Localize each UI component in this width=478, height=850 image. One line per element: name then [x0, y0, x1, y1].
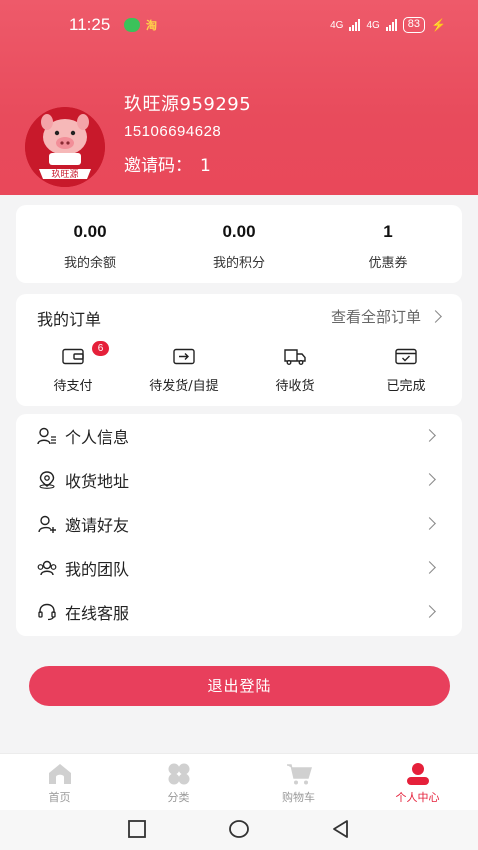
network-label-1: 4G	[330, 19, 344, 31]
order-pending-shipment-label: 待发货/自提	[149, 379, 219, 394]
chevron-right-icon	[429, 310, 442, 323]
status-time: 11:25	[69, 15, 111, 34]
balance-stat[interactable]: 0.00 我的余额	[16, 205, 164, 283]
avatar[interactable]: 玖旺源	[25, 107, 105, 187]
orders-title: 我的订单	[37, 310, 102, 329]
signal-icon	[349, 19, 361, 31]
user-info-icon	[37, 427, 56, 445]
menu-label-address: 收货地址	[65, 472, 130, 491]
chevron-right-icon	[423, 605, 436, 618]
profile-icon	[407, 763, 429, 785]
settings-menu: 个人信息 收货地址 邀请好友 我的团队 在线客服	[16, 414, 462, 636]
my-orders-card: 我的订单 查看全部订单 6 待支付 待发货/自提 待收货 已完成	[16, 294, 462, 406]
coupon-stat[interactable]: 1 优惠券	[314, 205, 462, 283]
user-name: 玖旺源959295	[124, 94, 252, 115]
menu-item-personal-info[interactable]: 个人信息	[16, 414, 462, 458]
user-phone: 15106694628	[124, 123, 222, 140]
cart-icon	[287, 764, 312, 785]
menu-item-customer-service[interactable]: 在线客服	[16, 590, 462, 634]
logout-button[interactable]: 退出登陆	[29, 666, 450, 706]
menu-label-personal-info: 个人信息	[65, 428, 130, 447]
headset-icon	[38, 603, 56, 621]
truck-icon	[284, 349, 306, 365]
signal-icon	[385, 19, 397, 31]
chevron-right-icon	[423, 561, 436, 574]
wallet-icon	[62, 348, 84, 365]
menu-item-address[interactable]: 收货地址	[16, 458, 462, 502]
status-indicators: 4G 4G 83 ⚡	[330, 17, 446, 33]
system-navigation-bar	[0, 810, 478, 850]
tab-home-label: 首页	[48, 791, 71, 804]
taobao-icon: 淘	[146, 19, 157, 32]
account-stats-card: 0.00 我的余额 0.00 我的积分 1 优惠券	[16, 205, 462, 283]
order-completed[interactable]: 已完成	[351, 348, 461, 398]
chevron-right-icon	[423, 517, 436, 530]
order-completed-label: 已完成	[386, 379, 426, 394]
tab-profile[interactable]: 个人中心	[358, 754, 477, 811]
completed-box-icon	[395, 348, 417, 365]
coupon-label: 优惠券	[368, 256, 408, 271]
category-icon	[168, 763, 190, 785]
bottom-tab-bar: 首页 分类 购物车 个人中心	[0, 753, 478, 810]
view-all-orders-label: 查看全部订单	[330, 308, 421, 326]
pig-logo-icon: 玖旺源	[25, 107, 105, 187]
wechat-icon	[124, 18, 140, 32]
invite-code: 邀请码： 1	[124, 151, 211, 176]
tab-cart-label: 购物车	[282, 791, 315, 804]
invite-code-label: 邀请码：	[124, 156, 192, 176]
balance-value: 0.00	[73, 222, 107, 241]
tab-home[interactable]: 首页	[0, 754, 119, 811]
tab-category-label: 分类	[167, 791, 190, 804]
view-all-orders-link[interactable]: 查看全部订单	[330, 306, 442, 327]
order-pending-receipt-label: 待收货	[275, 379, 315, 394]
points-label: 我的积分	[212, 256, 265, 271]
home-icon	[49, 764, 71, 784]
balance-label: 我的余额	[63, 256, 116, 271]
chevron-right-icon	[423, 429, 436, 442]
network-label-2: 4G	[366, 19, 380, 31]
menu-label-customer-service: 在线客服	[65, 604, 130, 623]
chevron-right-icon	[423, 473, 436, 486]
box-arrow-icon	[173, 348, 195, 365]
menu-item-invite-friends[interactable]: 邀请好友	[16, 502, 462, 546]
menu-item-my-team[interactable]: 我的团队	[16, 546, 462, 590]
points-stat[interactable]: 0.00 我的积分	[165, 205, 313, 283]
add-user-icon	[38, 515, 56, 533]
menu-label-my-team: 我的团队	[65, 560, 130, 579]
team-icon	[37, 560, 57, 576]
order-pending-payment[interactable]: 6 待支付	[18, 341, 128, 398]
recent-apps-icon[interactable]	[127, 819, 147, 839]
order-pending-payment-label: 待支付	[53, 379, 93, 394]
svg-text:玖旺源: 玖旺源	[51, 168, 78, 180]
order-pending-receipt[interactable]: 待收货	[240, 348, 350, 398]
menu-label-invite-friends: 邀请好友	[65, 516, 130, 535]
back-icon[interactable]	[331, 819, 351, 839]
tab-category[interactable]: 分类	[119, 754, 238, 811]
order-pending-shipment[interactable]: 待发货/自提	[129, 348, 239, 398]
pending-payment-badge: 6	[92, 341, 109, 356]
tab-cart[interactable]: 购物车	[239, 754, 358, 811]
profile-header: 11:25 淘 4G 4G 83 ⚡ 玖旺源 玖旺源959295 1510669…	[0, 0, 478, 195]
tab-profile-label: 个人中心	[395, 791, 440, 804]
home-button-icon[interactable]	[228, 819, 250, 839]
charging-icon: ⚡	[431, 18, 446, 32]
invite-code-value: 1	[200, 156, 211, 176]
battery-icon: 83	[402, 17, 426, 33]
status-bar: 11:25 淘 4G 4G 83 ⚡	[0, 0, 478, 52]
location-icon	[39, 471, 55, 489]
coupon-value: 1	[383, 222, 393, 241]
points-value: 0.00	[222, 222, 256, 241]
